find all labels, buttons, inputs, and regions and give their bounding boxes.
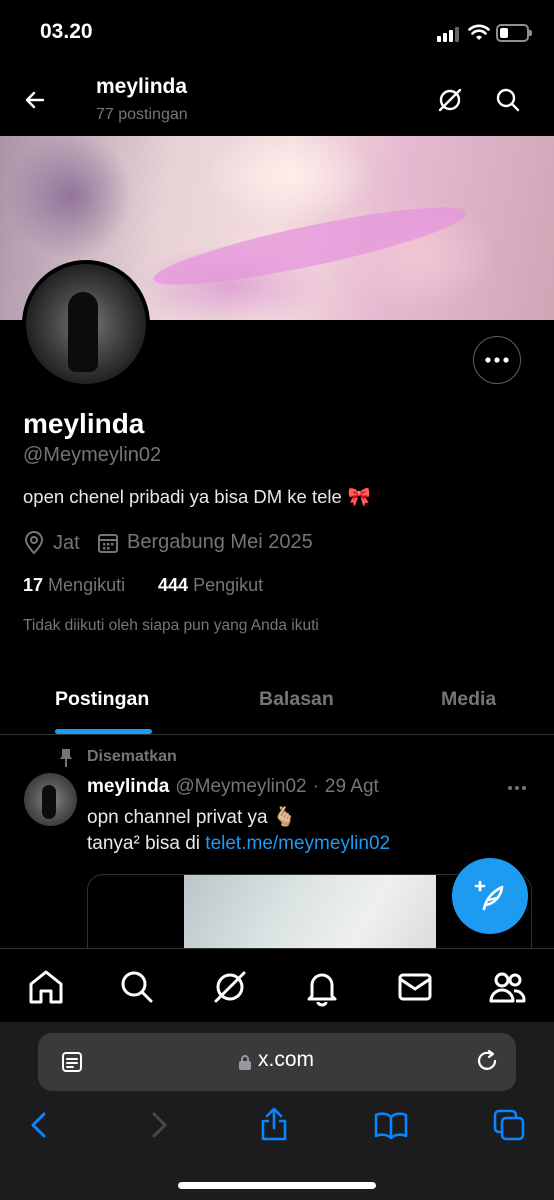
tab-posts[interactable]: Postingan bbox=[55, 688, 149, 711]
bottom-navigation bbox=[0, 948, 554, 1022]
finger-heart-emoji: 🫰🏼 bbox=[272, 807, 297, 828]
url-text[interactable]: x.com bbox=[258, 1048, 314, 1072]
tweet-text-1: opn channel privat ya bbox=[87, 807, 268, 828]
ribbon-emoji: 🎀 bbox=[347, 486, 371, 507]
joined-text: Bergabung Mei 2025 bbox=[127, 531, 313, 553]
tweet-text-line-2: tanya² bisa di telet.me/meymeylin02 bbox=[87, 833, 390, 855]
tab-divider bbox=[0, 734, 554, 735]
compose-feather-icon bbox=[474, 880, 504, 911]
tweet-link[interactable]: telet.me/meymeylin02 bbox=[205, 833, 390, 854]
messages-icon[interactable] bbox=[395, 967, 435, 1007]
reload-icon[interactable] bbox=[474, 1048, 500, 1074]
profile-joined: Bergabung Mei 2025 bbox=[97, 531, 313, 554]
location-text: Jat bbox=[53, 531, 80, 554]
header-title: meylinda bbox=[96, 75, 188, 98]
browser-back-icon[interactable] bbox=[28, 1110, 50, 1140]
tab-replies[interactable]: Balasan bbox=[259, 688, 334, 711]
followers-count: 444 bbox=[158, 575, 189, 595]
cellular-signal-icon bbox=[437, 27, 459, 42]
tweet-separator: · bbox=[312, 776, 319, 797]
nav-grok-icon[interactable] bbox=[210, 967, 250, 1007]
share-icon[interactable] bbox=[258, 1106, 290, 1142]
status-time: 03.20 bbox=[40, 20, 93, 43]
tweet-avatar[interactable] bbox=[24, 773, 77, 826]
home-icon[interactable] bbox=[26, 967, 66, 1007]
following-link[interactable]: 17 Mengikuti bbox=[23, 575, 125, 596]
browser-forward-icon[interactable] bbox=[148, 1110, 170, 1140]
notifications-icon[interactable] bbox=[302, 967, 342, 1007]
profile-bio-text: open chenel pribadi ya bisa DM ke tele bbox=[23, 486, 342, 507]
tab-media[interactable]: Media bbox=[441, 688, 496, 711]
tweet-text-2: tanya² bisa di bbox=[87, 833, 201, 854]
following-count: 17 bbox=[23, 575, 44, 595]
profile-avatar[interactable] bbox=[22, 260, 150, 388]
lock-icon bbox=[239, 1055, 251, 1070]
wifi-icon bbox=[468, 24, 490, 40]
profile-handle: @Meymeylin02 bbox=[23, 444, 162, 466]
compose-post-button[interactable] bbox=[452, 858, 528, 934]
tabs-icon[interactable] bbox=[492, 1108, 526, 1142]
pinned-label: Disematkan bbox=[87, 748, 177, 765]
tweet-author-handle[interactable]: @Meymeylin02 bbox=[175, 776, 306, 798]
profile-name: meylinda bbox=[23, 408, 145, 439]
grok-icon[interactable] bbox=[436, 86, 464, 114]
header-post-count: 77 postingan bbox=[96, 106, 188, 123]
followers-link[interactable]: 444 Pengikut bbox=[158, 575, 263, 596]
not-followed-note: Tidak diikuti oleh siapa pun yang Anda i… bbox=[23, 617, 319, 634]
home-indicator bbox=[178, 1182, 376, 1189]
back-arrow-icon[interactable] bbox=[23, 88, 47, 112]
followers-label: Pengikut bbox=[193, 575, 264, 595]
profile-location: Jat bbox=[23, 531, 80, 555]
tweet-more-icon[interactable] bbox=[507, 785, 527, 791]
location-pin-icon bbox=[24, 531, 44, 555]
tweet-text-line-1: opn channel privat ya 🫰🏼 bbox=[87, 805, 297, 829]
more-dots-icon bbox=[485, 357, 509, 363]
tweet-date[interactable]: 29 Agt bbox=[325, 776, 379, 798]
reader-mode-icon[interactable] bbox=[60, 1050, 84, 1074]
more-options-button[interactable] bbox=[473, 336, 521, 384]
calendar-icon bbox=[98, 533, 118, 553]
profile-bio: open chenel pribadi ya bisa DM ke tele 🎀 bbox=[23, 486, 371, 508]
communities-icon[interactable] bbox=[487, 967, 527, 1007]
battery-icon bbox=[496, 24, 532, 42]
pin-icon bbox=[60, 749, 72, 767]
bookmarks-icon[interactable] bbox=[373, 1110, 409, 1140]
search-icon[interactable] bbox=[495, 87, 521, 113]
tweet-header: meylinda @Meymeylin02 · 29 Agt bbox=[87, 776, 379, 798]
tweet-author-name[interactable]: meylinda bbox=[87, 776, 169, 798]
nav-search-icon[interactable] bbox=[117, 967, 157, 1007]
following-label: Mengikuti bbox=[48, 575, 126, 595]
